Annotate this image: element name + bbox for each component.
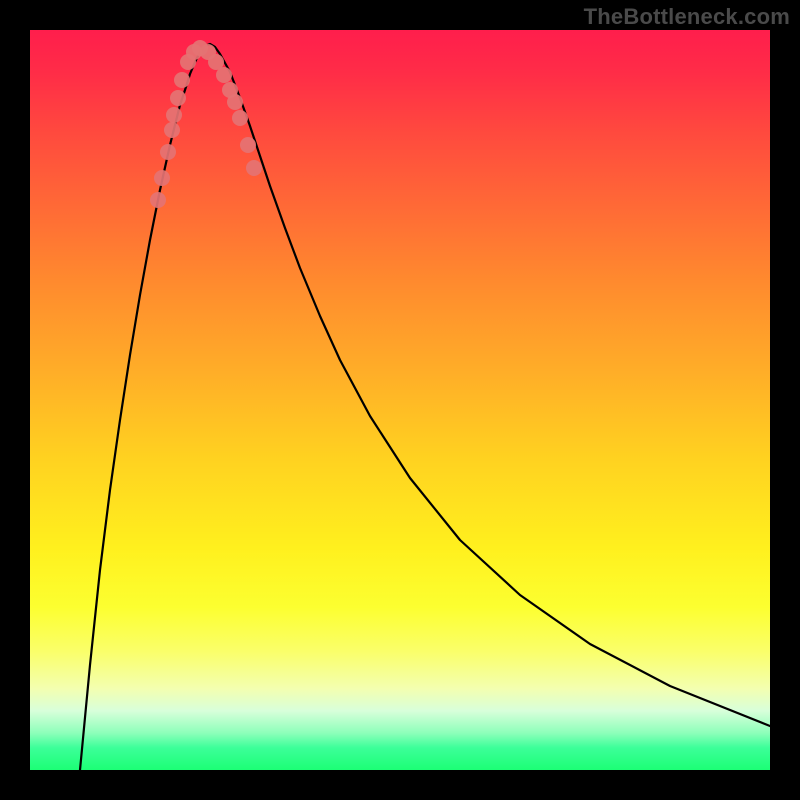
data-point (174, 72, 190, 88)
data-point (232, 110, 248, 126)
data-point (160, 144, 176, 160)
data-point (227, 94, 243, 110)
data-point (166, 107, 182, 123)
data-point (170, 90, 186, 106)
plot-area (30, 30, 770, 770)
curve-path (80, 44, 770, 770)
watermark-text: TheBottleneck.com (584, 4, 790, 30)
data-point (150, 192, 166, 208)
chart-frame: TheBottleneck.com (0, 0, 800, 800)
data-point (154, 170, 170, 186)
data-point (240, 137, 256, 153)
data-point (164, 122, 180, 138)
data-point (246, 160, 262, 176)
chart-svg (30, 30, 770, 770)
data-point (216, 67, 232, 83)
